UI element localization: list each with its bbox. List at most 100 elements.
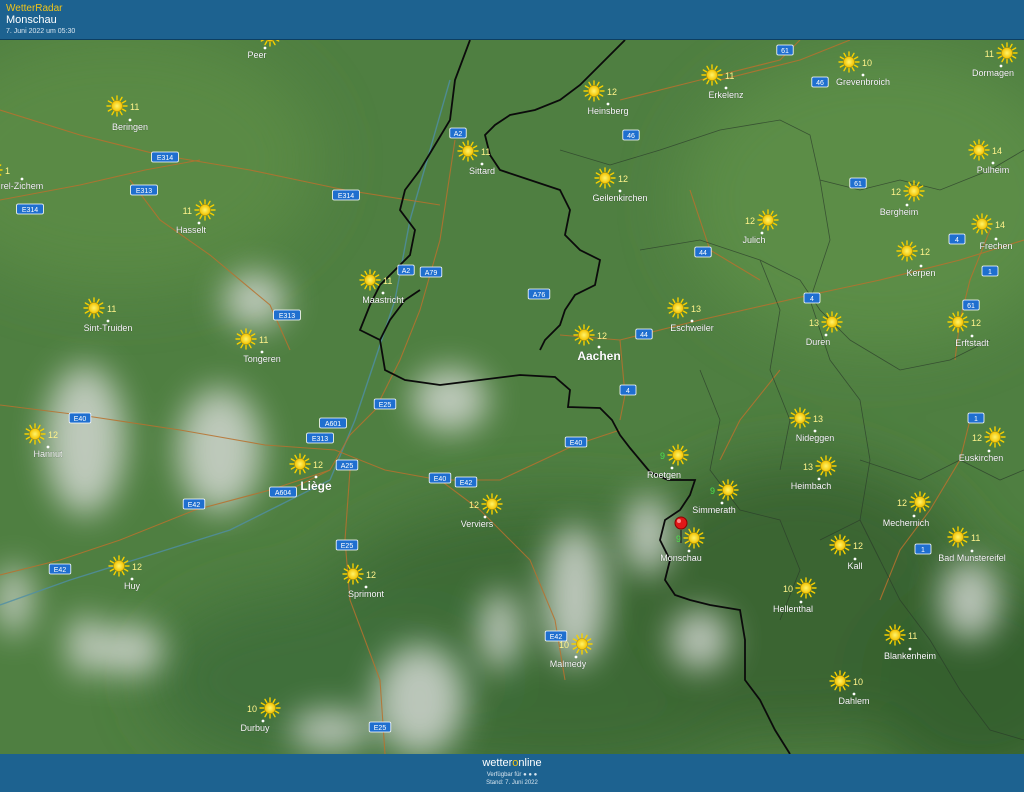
road-label: 1 bbox=[988, 269, 992, 276]
city-temperature: 12 bbox=[972, 433, 982, 443]
city-dot bbox=[670, 466, 674, 470]
road-badge: E314 bbox=[16, 203, 44, 215]
map-canvas[interactable]: E314 E314 E313 E314 A2 E313 A2 A79 A76 E40 E313 A60… bbox=[0, 40, 1024, 754]
data-stand: Stand: 7. Juni 2022 bbox=[486, 780, 538, 786]
brand-logo: wetteronline bbox=[0, 757, 1024, 769]
road-label: E40 bbox=[570, 440, 583, 447]
city-temperature: 12 bbox=[597, 331, 607, 341]
city-temperature: 11 bbox=[383, 276, 392, 286]
road-badge: E40 bbox=[68, 412, 92, 424]
road-label: E313 bbox=[136, 188, 152, 195]
road-badge: E25 bbox=[335, 539, 359, 551]
road-badge: 1 bbox=[914, 543, 932, 555]
road-label: 61 bbox=[967, 303, 975, 310]
city-dot bbox=[261, 719, 265, 723]
road-badge: 1 bbox=[967, 412, 985, 424]
city-temperature: 10 bbox=[853, 677, 863, 687]
city-temperature: 14 bbox=[992, 146, 1002, 156]
city-dot bbox=[618, 189, 622, 193]
city-temperature: 12 bbox=[313, 460, 323, 470]
city-dot bbox=[260, 350, 264, 354]
city-temperature: 11 bbox=[130, 102, 139, 112]
road-label: E314 bbox=[22, 207, 38, 214]
city-temperature: 12 bbox=[48, 430, 58, 440]
road-badge: 46 bbox=[622, 129, 640, 141]
road-badge: A79 bbox=[419, 266, 443, 278]
city-temperature: 12 bbox=[366, 570, 376, 580]
city-temperature: 12 bbox=[891, 187, 901, 197]
brand-prefix: wetter bbox=[482, 757, 513, 769]
city-name: Heinsberg bbox=[587, 106, 628, 116]
road-badge: E313 bbox=[273, 309, 301, 321]
road-badge: A601 bbox=[319, 417, 347, 429]
road-label: 4 bbox=[955, 237, 959, 244]
road-badge: E25 bbox=[368, 721, 392, 733]
road-badge: E40 bbox=[564, 436, 588, 448]
road-label: 46 bbox=[816, 80, 824, 87]
weather-map[interactable]: E314 E314 E313 E314 A2 E313 A2 A79 A76 E40 E313 A60… bbox=[0, 40, 1024, 754]
road-badge: E25 bbox=[373, 398, 397, 410]
city-temperature: 11 bbox=[107, 304, 116, 314]
city-temperature: 1 bbox=[5, 166, 10, 176]
city-name: Grevenbroich bbox=[836, 77, 890, 87]
city-temperature: 11 bbox=[259, 335, 268, 345]
road-label: E25 bbox=[341, 543, 354, 550]
road-label: 44 bbox=[699, 250, 707, 257]
road-badge: A76 bbox=[527, 288, 551, 300]
city-temperature: 12 bbox=[618, 174, 628, 184]
road-badge: E314 bbox=[332, 189, 360, 201]
city-name: Peer bbox=[247, 50, 266, 60]
road-badge: 61 bbox=[776, 44, 794, 56]
road-label: 61 bbox=[854, 181, 862, 188]
road-badge: 44 bbox=[635, 328, 653, 340]
city-temperature: 11 bbox=[908, 631, 917, 641]
city-temperature: 12 bbox=[920, 247, 930, 257]
road-badge: A2 bbox=[397, 264, 415, 276]
road-label: E25 bbox=[379, 402, 392, 409]
city-dot bbox=[760, 231, 764, 235]
city-name: Hellenthal bbox=[773, 604, 813, 614]
road-label: A601 bbox=[325, 421, 341, 428]
city-temperature: 14 bbox=[995, 220, 1005, 230]
city-name: Beringen bbox=[112, 122, 148, 132]
road-badge: E313 bbox=[130, 184, 158, 196]
road-label: E42 bbox=[460, 480, 473, 487]
city-name: Duren bbox=[806, 337, 831, 347]
road-label: E25 bbox=[374, 725, 387, 732]
city-dot bbox=[106, 319, 110, 323]
city-dot bbox=[128, 118, 132, 122]
city-temperature: 12 bbox=[607, 87, 617, 97]
city-name: Geilenkirchen bbox=[592, 193, 647, 203]
city-dot bbox=[861, 73, 865, 77]
city-temperature: 12 bbox=[897, 498, 907, 508]
city-name: Kerpen bbox=[906, 268, 935, 278]
city-name: Eschweiler bbox=[670, 323, 714, 333]
road-badge: 4 bbox=[803, 292, 821, 304]
road-label: E40 bbox=[74, 416, 87, 423]
city-name: Erftstadt bbox=[955, 338, 989, 348]
city-dot bbox=[999, 64, 1003, 68]
road-badge: 61 bbox=[849, 177, 867, 189]
city-name: Dahlem bbox=[838, 696, 869, 706]
road-label: A25 bbox=[341, 463, 354, 470]
city-name: Liège bbox=[300, 479, 332, 493]
city-dot bbox=[905, 203, 909, 207]
city-dot bbox=[197, 221, 201, 225]
road-label: A2 bbox=[454, 131, 463, 138]
city-dot bbox=[364, 585, 368, 589]
city-dot bbox=[994, 237, 998, 241]
city-temperature: 13 bbox=[691, 304, 701, 314]
city-temperature: 10 bbox=[247, 704, 257, 714]
road-label: 61 bbox=[781, 48, 789, 55]
city-name: rel-Zichem bbox=[1, 181, 44, 191]
city-name: Durbuy bbox=[240, 723, 270, 733]
city-dot bbox=[597, 345, 601, 349]
city-temperature: 9 bbox=[676, 534, 681, 544]
city-temperature: 11 bbox=[183, 206, 192, 216]
city-temperature: 13 bbox=[813, 414, 823, 424]
city-name: Nideggen bbox=[796, 433, 835, 443]
city-dot bbox=[799, 600, 803, 604]
city-name: Hasselt bbox=[176, 225, 207, 235]
road-badge: A2 bbox=[449, 127, 467, 139]
city-name: Erkelenz bbox=[708, 90, 744, 100]
